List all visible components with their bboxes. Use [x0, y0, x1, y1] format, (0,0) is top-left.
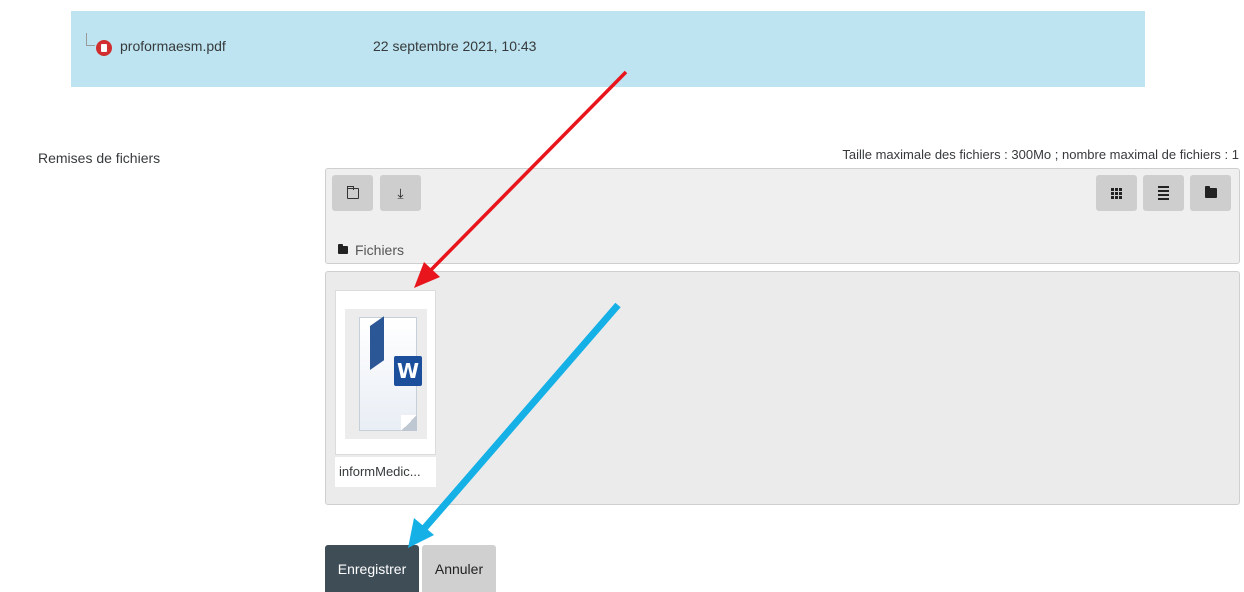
pdf-icon [96, 40, 112, 56]
breadcrumb[interactable]: Fichiers [338, 242, 404, 258]
word-document-icon: W [359, 316, 422, 431]
tree-connector [86, 33, 95, 46]
breadcrumb-label: Fichiers [355, 242, 405, 258]
view-tree-button[interactable] [1190, 175, 1231, 211]
file-limits-text: Taille maximale des fichiers : 300Mo ; n… [842, 147, 1239, 162]
folder-icon [338, 244, 348, 254]
blue-arrow-head [408, 518, 434, 548]
file-thumbnail: W [335, 290, 436, 455]
view-list-button[interactable] [1143, 175, 1184, 211]
filemanager-drop-area[interactable]: W informMedic... [325, 271, 1240, 505]
submitted-file-link[interactable]: proformaesm.pdf [120, 38, 226, 54]
view-icons-button[interactable] [1096, 175, 1137, 211]
download-all-button[interactable]: ⤓ [380, 175, 421, 211]
tree-view-icon [1204, 186, 1217, 198]
file-tile[interactable]: W informMedic... [335, 290, 436, 487]
list-view-icon [1158, 186, 1169, 200]
download-icon: ⤓ [397, 185, 404, 201]
file-name: informMedic... [335, 457, 436, 487]
file-submissions-label: Remises de fichiers [38, 150, 161, 166]
save-button[interactable]: Enregistrer [325, 545, 419, 592]
new-folder-icon [346, 185, 359, 199]
submitted-file-date: 22 septembre 2021, 10:43 [373, 38, 537, 54]
cancel-button[interactable]: Annuler [422, 545, 496, 592]
create-folder-button[interactable] [332, 175, 373, 211]
submitted-file-row [71, 11, 1145, 87]
filemanager-toolbar: ⤓ Fichiers [325, 168, 1240, 264]
grid-view-icon [1111, 187, 1122, 199]
